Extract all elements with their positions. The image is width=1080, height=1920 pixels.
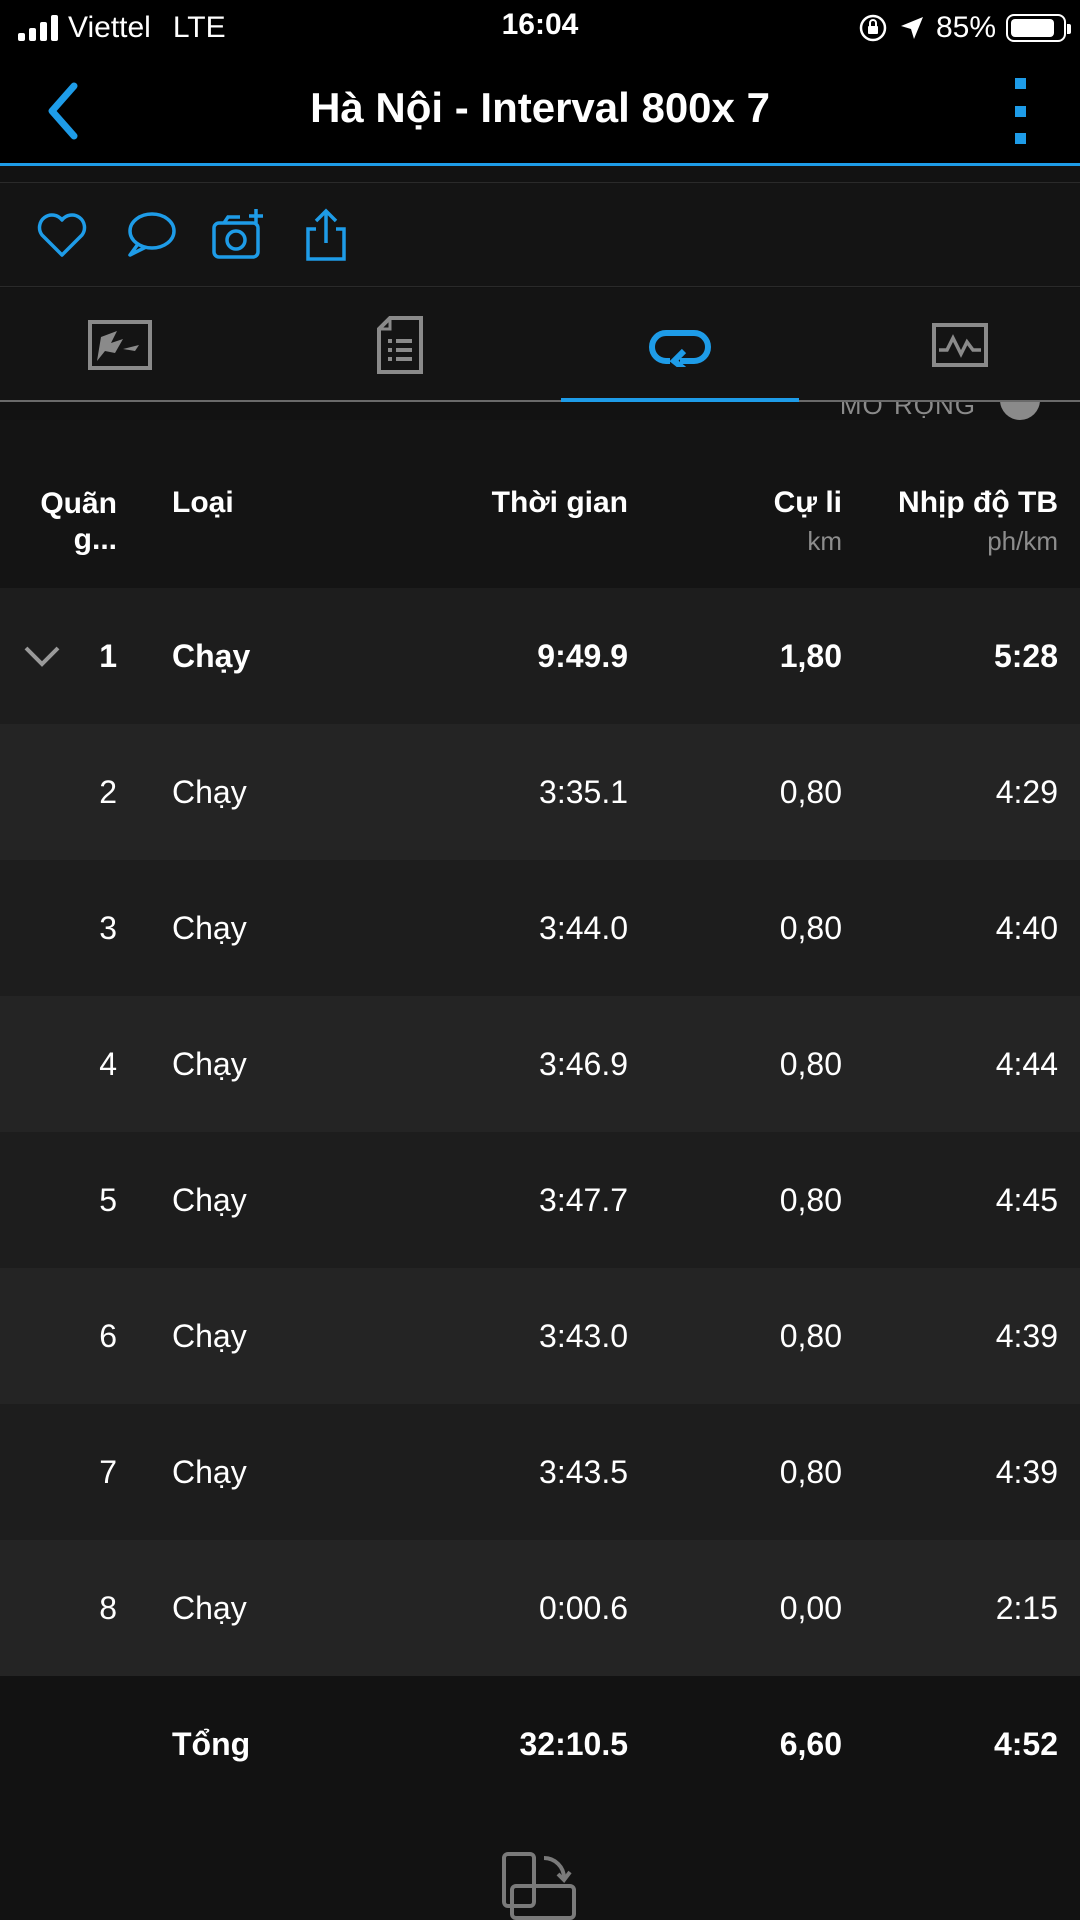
total-label: Tổng (172, 1725, 251, 1762)
table-row[interactable]: 8 Chạy 0:00.6 0,00 2:15 (0, 1540, 1080, 1676)
lap-time: 3:43.0 (539, 1317, 628, 1354)
lap-pace: 4:44 (995, 1045, 1058, 1082)
page-title: Hà Nội - Interval 800x 7 (310, 84, 770, 131)
table-row[interactable]: 5 Chạy 3:47.7 0,80 4:45 (0, 1132, 1080, 1268)
lap-time: 3:47.7 (539, 1181, 628, 1218)
lap-pace: 4:29 (995, 773, 1058, 810)
lap-time: 0:00.6 (539, 1589, 628, 1626)
lap-pace: 4:45 (995, 1181, 1058, 1218)
lap-distance: 0,80 (779, 1181, 842, 1218)
laps-table-body: 1 Chạy 9:49.9 1,80 5:28 2 Chạy 3:35.1 0,… (0, 588, 1080, 1676)
add-photo-icon[interactable] (210, 207, 266, 263)
lap-pace: 4:39 (995, 1453, 1058, 1490)
lap-type: Chạy (172, 1045, 247, 1082)
lap-time: 3:35.1 (539, 773, 628, 810)
lap-distance: 0,80 (779, 773, 842, 810)
table-row[interactable]: 3 Chạy 3:44.0 0,80 4:40 (0, 860, 1080, 996)
lap-time: 9:49.9 (537, 637, 628, 674)
battery-icon (1006, 14, 1071, 42)
lap-number: 6 (99, 1317, 117, 1354)
total-row: Tổng 32:10.5 6,60 4:52 (0, 1676, 1080, 1812)
lap-distance: 0,80 (779, 1453, 842, 1490)
lap-pace: 4:39 (995, 1317, 1058, 1354)
heart-icon[interactable] (34, 207, 90, 263)
expand-label: MỞ RỘNG (839, 402, 976, 420)
lap-number: 8 (99, 1589, 117, 1626)
laps-table-header: Quãn g... Loại Thời gian Cự li km Nhịp đ… (0, 420, 1080, 588)
lap-type: Chạy (172, 637, 251, 674)
table-row[interactable]: 6 Chạy 3:43.0 0,80 4:39 (0, 1268, 1080, 1404)
active-tab-indicator (561, 398, 799, 402)
location-arrow-icon (900, 17, 923, 39)
lap-distance: 0,80 (779, 909, 842, 946)
orientation-lock-icon (859, 14, 887, 42)
tab-laps[interactable] (560, 288, 800, 402)
column-time-header: Thời gian (491, 486, 628, 519)
rotate-device-icon[interactable] (498, 1850, 582, 1920)
table-row[interactable]: 1 Chạy 9:49.9 1,80 5:28 (0, 588, 1080, 724)
lap-time: 3:46.9 (539, 1045, 628, 1082)
chevron-down-icon[interactable] (22, 636, 62, 676)
column-distance-unit: km (807, 526, 842, 556)
table-row[interactable]: 4 Chạy 3:46.9 0,80 4:44 (0, 996, 1080, 1132)
column-type-header: Loại (172, 486, 234, 519)
lap-number: 5 (99, 1181, 117, 1218)
column-distance-header: Cự li (773, 486, 842, 519)
share-icon[interactable] (298, 207, 354, 263)
comment-icon[interactable] (122, 207, 178, 263)
lap-number: 1 (99, 637, 117, 674)
total-time: 32:10.5 (519, 1725, 628, 1762)
total-pace: 4:52 (993, 1725, 1058, 1762)
lap-type: Chạy (172, 1453, 247, 1490)
lap-type: Chạy (172, 1181, 247, 1218)
lap-distance: 1,80 (779, 637, 842, 674)
laps-icon (649, 330, 711, 367)
column-lap-header: Quãn g... (40, 487, 117, 556)
action-bar (0, 182, 1080, 287)
lap-distance: 0,80 (779, 1045, 842, 1082)
lap-type: Chạy (172, 773, 247, 810)
column-pace-unit: ph/km (987, 526, 1058, 556)
back-button[interactable] (40, 76, 100, 146)
column-pace-header: Nhịp độ TB (898, 486, 1058, 519)
tab-charts[interactable] (840, 288, 1080, 402)
tab-map[interactable] (0, 288, 240, 402)
lap-number: 3 (99, 909, 117, 946)
table-row[interactable]: 2 Chạy 3:35.1 0,80 4:29 (0, 724, 1080, 860)
expand-icon (1000, 402, 1040, 420)
lap-number: 7 (99, 1453, 117, 1490)
lap-distance: 0,00 (779, 1589, 842, 1626)
lap-type: Chạy (172, 1317, 247, 1354)
lap-type: Chạy (172, 1589, 247, 1626)
battery-percent: 85% (935, 11, 996, 44)
expand-toggle[interactable]: MỞ RỘNG (840, 402, 1040, 420)
app-header: Hà Nội - Interval 800x 7 (0, 56, 1080, 166)
lap-number: 2 (99, 773, 117, 810)
lap-pace: 4:40 (995, 909, 1058, 946)
lap-time: 3:44.0 (539, 909, 628, 946)
map-icon (88, 320, 152, 370)
lap-time: 3:43.5 (539, 1453, 628, 1490)
tab-details[interactable] (280, 288, 520, 402)
table-row[interactable]: 7 Chạy 3:43.5 0,80 4:39 (0, 1404, 1080, 1540)
details-icon (377, 316, 423, 374)
chevron-left-icon (48, 82, 78, 140)
tab-bar (0, 288, 1080, 402)
lap-pace: 5:28 (993, 637, 1058, 674)
total-distance: 6,60 (779, 1725, 842, 1762)
lap-type: Chạy (172, 909, 247, 946)
lap-distance: 0,80 (779, 1317, 842, 1354)
more-vertical-icon (1014, 78, 1026, 89)
status-bar: Viettel LTE 16:04 85% (0, 0, 1080, 56)
lap-pace: 2:15 (995, 1589, 1058, 1626)
more-menu-button[interactable] (1000, 78, 1040, 144)
lap-number: 4 (99, 1045, 117, 1082)
charts-icon (932, 323, 988, 367)
